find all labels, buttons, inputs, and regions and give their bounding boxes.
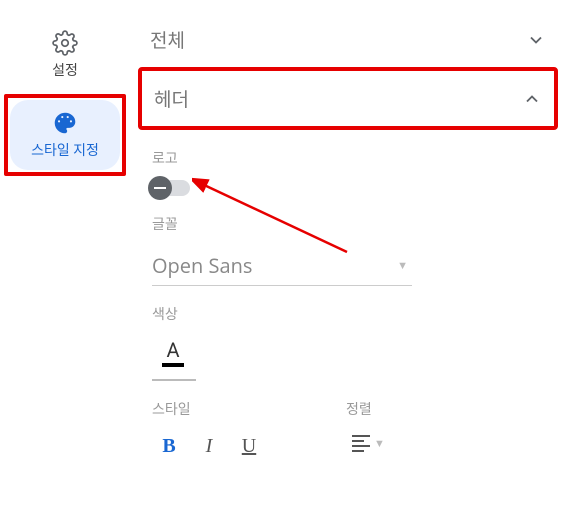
palette-icon bbox=[52, 110, 78, 136]
text-color-button[interactable]: A bbox=[152, 334, 194, 373]
section-header[interactable]: 헤더 bbox=[138, 67, 558, 130]
nav-style-label: 스타일 지정 bbox=[31, 140, 99, 160]
font-label: 글꼴 bbox=[152, 214, 558, 234]
color-label: 색상 bbox=[152, 304, 558, 324]
chevron-down-icon bbox=[526, 30, 546, 50]
nav-style[interactable]: 스타일 지정 bbox=[10, 100, 120, 170]
nav-settings-label: 설정 bbox=[52, 60, 78, 80]
section-header-label: 헤더 bbox=[154, 85, 189, 112]
color-swatch bbox=[162, 363, 184, 367]
main-panel: 전체 헤더 로고 글 bbox=[130, 0, 582, 517]
font-select[interactable]: Open Sans ▼ bbox=[152, 244, 412, 286]
italic-button[interactable]: I bbox=[192, 429, 226, 463]
align-button[interactable]: ▼ bbox=[346, 429, 391, 458]
annotation-highlight-style: 스타일 지정 bbox=[4, 94, 126, 176]
align-label: 정렬 bbox=[346, 399, 391, 419]
sidebar: 설정 스타일 지정 bbox=[0, 0, 130, 517]
font-value: Open Sans bbox=[152, 252, 252, 279]
minus-icon bbox=[148, 176, 172, 200]
dropdown-triangle-icon: ▼ bbox=[374, 437, 385, 450]
bold-button[interactable]: B bbox=[152, 429, 186, 463]
align-left-icon bbox=[352, 435, 370, 452]
color-letter: A bbox=[166, 340, 179, 360]
section-global-label: 전체 bbox=[150, 26, 185, 53]
gear-icon bbox=[52, 30, 78, 56]
underline-button[interactable]: U bbox=[232, 429, 266, 463]
header-settings: 로고 글꼴 Open Sans ▼ 색상 bbox=[138, 148, 558, 463]
section-global[interactable]: 전체 bbox=[138, 12, 558, 67]
style-label: 스타일 bbox=[152, 399, 266, 419]
chevron-up-icon bbox=[522, 89, 542, 109]
dropdown-triangle-icon: ▼ bbox=[397, 259, 408, 272]
logo-toggle[interactable] bbox=[152, 180, 190, 196]
logo-label: 로고 bbox=[152, 148, 558, 168]
nav-settings[interactable]: 설정 bbox=[10, 20, 120, 90]
